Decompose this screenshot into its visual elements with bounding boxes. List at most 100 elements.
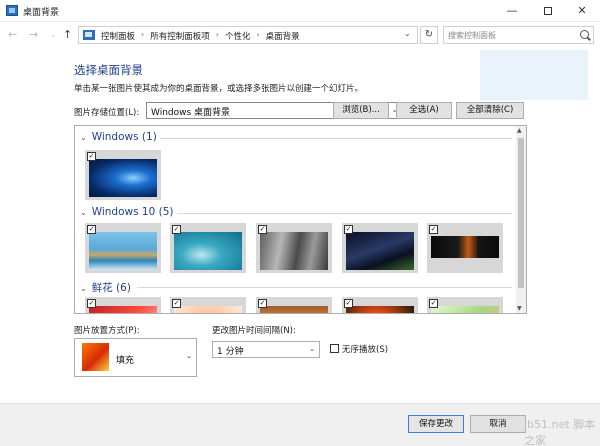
checkbox-checked-icon[interactable]: ✓ [258, 299, 267, 308]
desktop-background-icon [6, 5, 18, 16]
breadcrumb-all-items[interactable]: 所有控制面板项 [150, 30, 210, 42]
wallpaper-thumbnail[interactable]: ✓ [170, 223, 246, 273]
page-description: 单击某一张图片使其成为你的桌面背景，或选择多张图片以创建一个幻灯片。 [74, 84, 364, 94]
title-bar: 桌面背景 — ✕ [0, 0, 600, 22]
dialog-footer: 保存更改 取消 jb51.net 脚本之家 [0, 403, 600, 446]
search-icon[interactable] [580, 30, 589, 39]
fill-preview-icon [82, 343, 109, 371]
select-all-button[interactable]: 全选(A) [396, 102, 452, 119]
checkbox-checked-icon[interactable]: ✓ [258, 225, 267, 234]
collapse-caret-icon[interactable]: ⌄ [80, 208, 87, 217]
collapse-caret-icon[interactable]: ⌄ [80, 284, 87, 293]
address-dropdown-icon[interactable]: ⌄ [404, 29, 411, 38]
up-button[interactable]: ↑ [63, 28, 72, 41]
wallpaper-thumbnail[interactable]: ✓ [85, 297, 161, 313]
change-interval-label: 更改图片时间间隔(N): [212, 326, 296, 336]
breadcrumb-desktop-background[interactable]: 桌面背景 [266, 30, 300, 42]
forward-button[interactable]: → [29, 28, 38, 41]
checkbox-checked-icon[interactable]: ✓ [87, 299, 96, 308]
breadcrumb-separator-icon[interactable]: › [141, 30, 144, 42]
wallpaper-thumbnail[interactable]: ✓ [427, 297, 503, 313]
wallpaper-thumbnail[interactable]: ✓ [85, 150, 161, 200]
clear-all-button[interactable]: 全部清除(C) [456, 102, 524, 119]
refresh-button[interactable]: ↻ [420, 26, 438, 44]
back-button[interactable]: ← [8, 28, 17, 41]
breadcrumb: 控制面板 › 所有控制面板项 › 个性化 › 桌面背景 [101, 30, 300, 42]
group-divider [160, 138, 512, 139]
shuffle-checkbox[interactable]: 无序播放(S) [330, 343, 388, 355]
checkbox-checked-icon[interactable]: ✓ [429, 299, 438, 308]
wallpaper-thumbnail[interactable]: ✓ [256, 297, 332, 313]
scrollbar-thumb[interactable] [518, 138, 524, 288]
wallpaper-thumbnail[interactable]: ✓ [170, 297, 246, 313]
wallpaper-thumbnail[interactable]: ✓ [85, 223, 161, 273]
group-title: 鲜花 (6) [91, 282, 131, 294]
chevron-down-icon[interactable]: ⌄ [186, 352, 192, 360]
checkbox-checked-icon[interactable]: ✓ [429, 225, 438, 234]
cancel-button[interactable]: 取消 [470, 415, 526, 433]
checkbox-checked-icon[interactable]: ✓ [344, 299, 353, 308]
control-panel-icon [83, 30, 95, 40]
group-title: Windows 10 (5) [91, 206, 174, 218]
wallpaper-image [431, 306, 499, 313]
group-title: Windows (1) [91, 131, 157, 143]
picture-position-label: 图片放置方式(P): [74, 326, 140, 336]
picture-gallery[interactable]: ⌄ Windows (1) ✓ ⌄ Windows 10 (5) ✓ ✓ ✓ ✓ ✓… [74, 125, 527, 314]
checkbox-unchecked-icon[interactable] [330, 344, 339, 353]
window-title: 桌面背景 [23, 8, 60, 18]
recent-locations-button[interactable]: ⌄ [50, 31, 56, 39]
checkbox-checked-icon[interactable]: ✓ [87, 152, 96, 161]
breadcrumb-separator-icon[interactable]: › [256, 30, 259, 42]
wallpaper-image [346, 232, 414, 270]
navigation-bar: ← → ⌄ ↑ 控制面板 › 所有控制面板项 › 个性化 › 桌面背景 ⌄ ↻ [0, 23, 600, 48]
wallpaper-image [174, 306, 242, 313]
close-button[interactable]: ✕ [564, 0, 600, 22]
scroll-up-icon[interactable]: ▲ [517, 127, 522, 134]
breadcrumb-separator-icon[interactable]: › [216, 30, 219, 42]
change-interval-select[interactable]: 1 分钟 ⌄ [212, 341, 320, 358]
address-bar[interactable]: 控制面板 › 所有控制面板项 › 个性化 › 桌面背景 ⌄ [78, 26, 418, 44]
wallpaper-thumbnail[interactable]: ✓ [427, 223, 503, 273]
picture-location-row: 图片存储位置(L): Windows 桌面背景 ⌄ 浏览(B)... 全选(A)… [74, 102, 534, 120]
change-interval-value: 1 分钟 [217, 347, 244, 357]
group-divider [177, 213, 512, 214]
gallery-scrollbar[interactable]: ▲ ▼ [516, 126, 526, 313]
background-preview [480, 50, 588, 100]
checkbox-checked-icon[interactable]: ✓ [87, 225, 96, 234]
picture-position-value: 填充 [116, 356, 135, 366]
wallpaper-image [260, 306, 328, 313]
search-box[interactable] [443, 26, 594, 44]
breadcrumb-personalization[interactable]: 个性化 [225, 30, 251, 42]
search-input[interactable] [448, 29, 573, 42]
picture-position-select[interactable]: 填充 ⌄ [74, 338, 197, 377]
wallpaper-thumbnail[interactable]: ✓ [342, 297, 418, 313]
group-divider [137, 287, 512, 288]
collapse-caret-icon[interactable]: ⌄ [80, 133, 87, 142]
checkbox-checked-icon[interactable]: ✓ [172, 299, 181, 308]
picture-location-label: 图片存储位置(L): [74, 108, 140, 118]
minimize-button[interactable]: — [494, 0, 530, 22]
group-header-flowers[interactable]: ⌄ 鲜花 (6) [80, 280, 131, 295]
checkbox-checked-icon[interactable]: ✓ [172, 225, 181, 234]
wallpaper-image [346, 306, 414, 313]
maximize-button[interactable] [530, 0, 566, 22]
wallpaper-image [89, 306, 157, 313]
chevron-down-icon[interactable]: ⌄ [309, 345, 315, 353]
save-changes-button[interactable]: 保存更改 [408, 415, 464, 433]
wallpaper-thumbnail[interactable]: ✓ [342, 223, 418, 273]
breadcrumb-control-panel[interactable]: 控制面板 [101, 30, 135, 42]
wallpaper-image [174, 232, 242, 270]
group-header-windows-10[interactable]: ⌄ Windows 10 (5) [80, 206, 173, 218]
page-title: 选择桌面背景 [74, 63, 143, 77]
picture-location-value: Windows 桌面背景 [151, 108, 231, 118]
group-header-windows[interactable]: ⌄ Windows (1) [80, 131, 157, 143]
shuffle-label: 无序播放(S) [342, 345, 389, 355]
scroll-down-icon[interactable]: ▼ [517, 305, 522, 312]
maximize-icon [544, 7, 552, 15]
wallpaper-image [431, 236, 499, 258]
browse-button[interactable]: 浏览(B)... [333, 102, 389, 119]
wallpaper-image [89, 159, 157, 197]
wallpaper-thumbnail[interactable]: ✓ [256, 223, 332, 273]
checkbox-checked-icon[interactable]: ✓ [344, 225, 353, 234]
wallpaper-image [260, 232, 328, 270]
